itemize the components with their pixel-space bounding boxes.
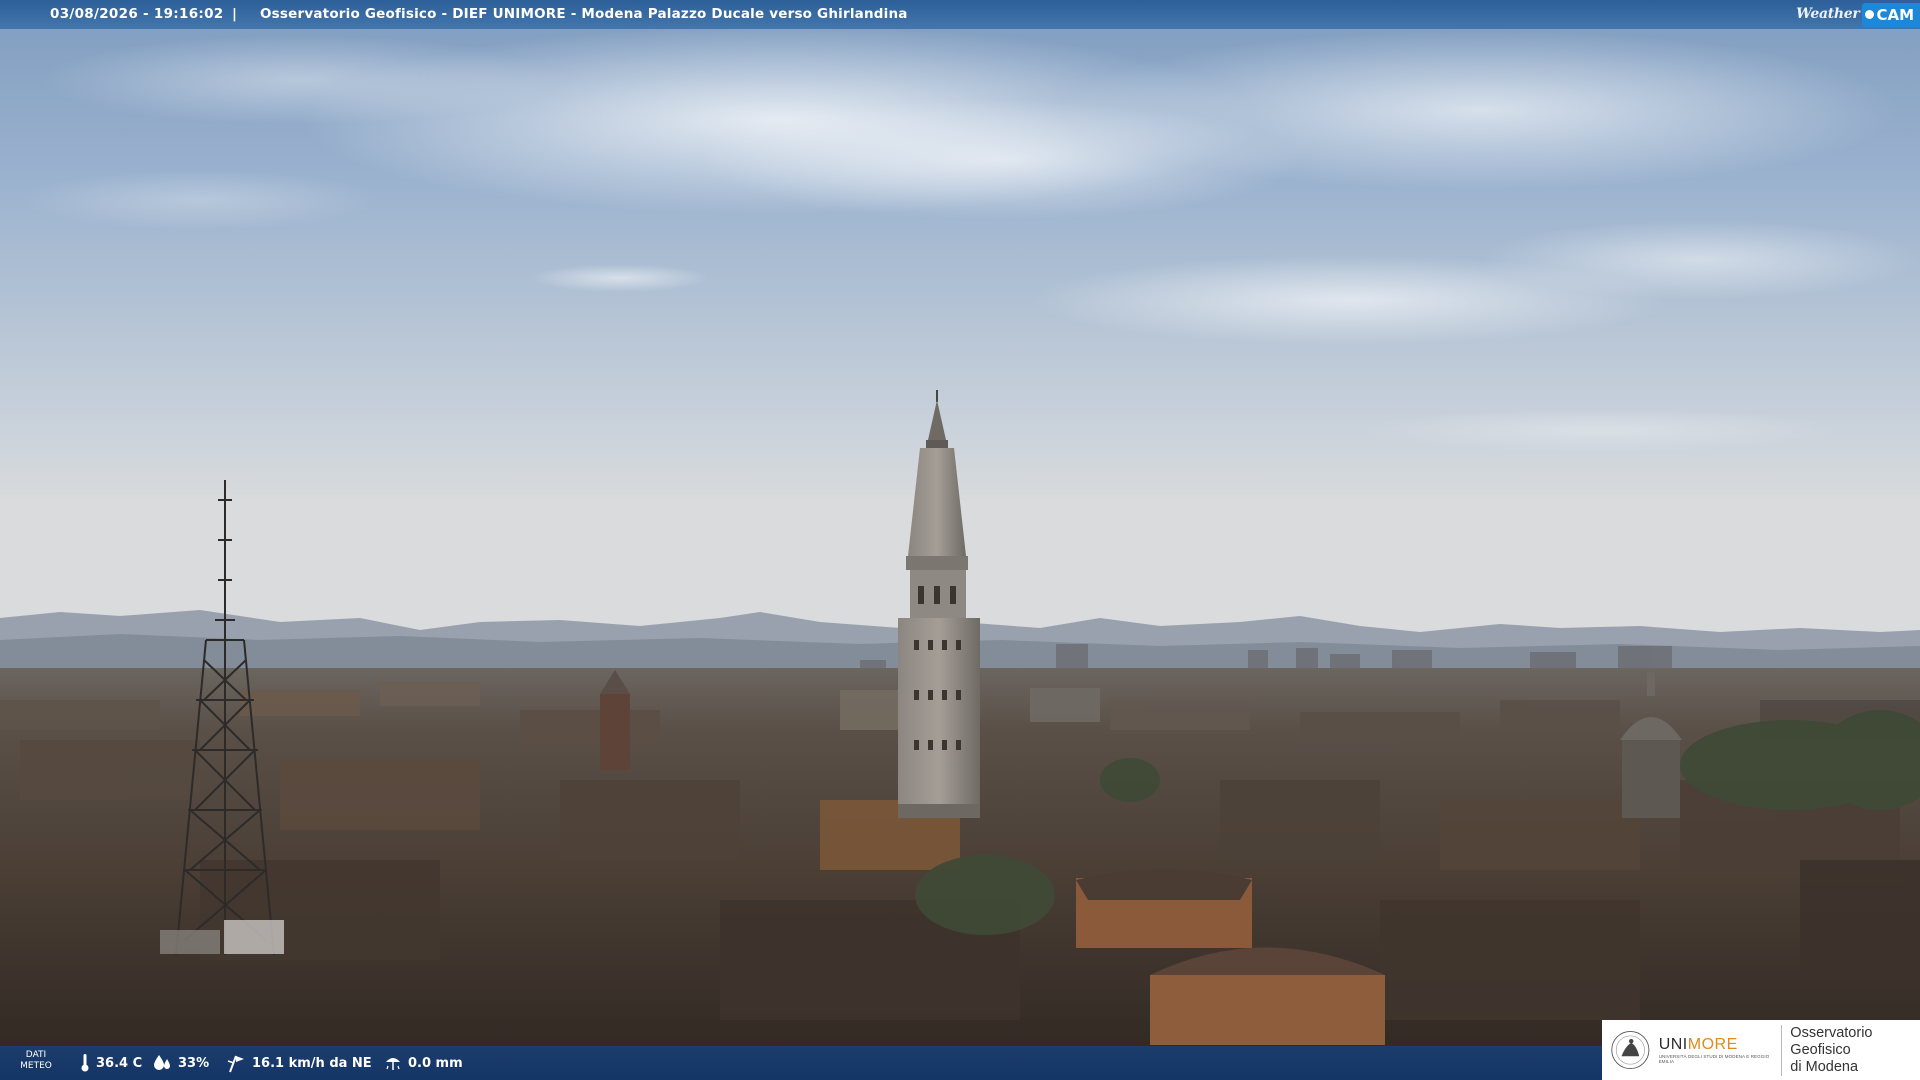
temperature-value: 36.4 C xyxy=(96,1055,143,1071)
observatory-name: Osservatorio Geofisico di Modena xyxy=(1781,1024,1920,1076)
observatory-line2: di Modena xyxy=(1790,1058,1859,1075)
unimore-seal-icon xyxy=(1611,1030,1650,1070)
wind-value: 16.1 km/h da NE xyxy=(252,1055,372,1071)
unimore-wordmark: UNIMORE UNIVERSITÀ DEGLI STUDI DI MODENA… xyxy=(1659,1036,1772,1064)
unimore-subtitle: UNIVERSITÀ DEGLI STUDI DI MODENA E REGGI… xyxy=(1658,1054,1770,1064)
separator: | xyxy=(232,6,237,22)
rain-gauge-icon xyxy=(386,1058,400,1070)
weathercam-brand: Weather CAM xyxy=(1796,0,1920,29)
rain-value: 0.0 mm xyxy=(408,1055,463,1071)
wind-icon xyxy=(227,1055,244,1073)
humidity-value: 33% xyxy=(178,1055,210,1071)
rain-metric: 0.0 mm xyxy=(384,1046,463,1080)
unimore-name: UNIMORE xyxy=(1658,1036,1738,1053)
brand-dot-icon xyxy=(1865,10,1875,19)
webcam-frame: 03/08/2026 - 19:16:02 | Osservatorio Geo… xyxy=(0,0,1920,1080)
timestamp: 03/08/2026 - 19:16:02 xyxy=(50,6,224,22)
wind-metric: 16.1 km/h da NE xyxy=(226,1046,372,1080)
brand-cam-label: CAM xyxy=(1876,5,1914,24)
brand-word: Weather xyxy=(1796,6,1860,22)
webcam-image xyxy=(0,0,1920,1080)
camera-title: Osservatorio Geofisico - DIEF UNIMORE - … xyxy=(260,6,908,22)
humidity-metric: 33% xyxy=(152,1046,209,1080)
unimore-logo: UNIMORE UNIVERSITÀ DEGLI STUDI DI MODENA… xyxy=(1602,1020,1920,1080)
temperature-metric: 36.4 C xyxy=(80,1046,142,1080)
thermometer-icon xyxy=(81,1054,89,1072)
brand-cam: CAM xyxy=(1862,2,1920,27)
humidity-icon xyxy=(154,1055,170,1070)
camera-info-bar: 03/08/2026 - 19:16:02 | Osservatorio Geo… xyxy=(0,0,1920,29)
observatory-line1: Osservatorio Geofisico xyxy=(1790,1024,1873,1058)
weather-label: DATI METEO xyxy=(20,1050,52,1071)
